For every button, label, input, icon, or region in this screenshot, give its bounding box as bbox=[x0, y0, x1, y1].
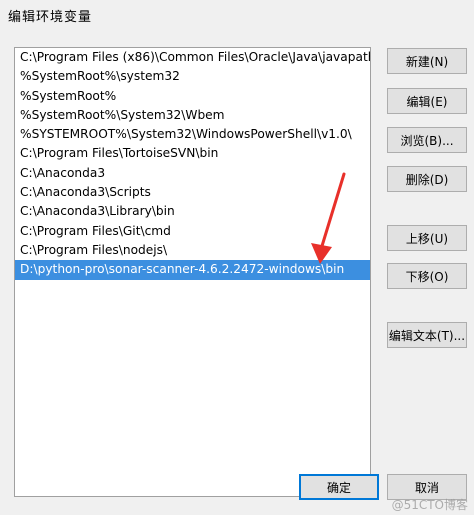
path-list-item[interactable]: C:\Program Files (x86)\Common Files\Orac… bbox=[15, 48, 370, 67]
path-list-item[interactable]: C:\Program Files\nodejs\ bbox=[15, 241, 370, 260]
ok-button[interactable]: 确定 bbox=[299, 474, 379, 500]
path-list-item[interactable]: %SystemRoot%\System32\Wbem bbox=[15, 106, 370, 125]
path-list-item[interactable]: %SYSTEMROOT%\System32\WindowsPowerShell\… bbox=[15, 125, 370, 144]
move-up-button[interactable]: 上移(U) bbox=[387, 225, 467, 251]
path-list-item[interactable]: C:\Program Files\TortoiseSVN\bin bbox=[15, 144, 370, 163]
delete-button[interactable]: 删除(D) bbox=[387, 166, 467, 192]
path-list-item[interactable]: C:\Program Files\Git\cmd bbox=[15, 222, 370, 241]
path-list-item[interactable]: C:\Anaconda3\Scripts bbox=[15, 183, 370, 202]
path-list[interactable]: C:\Program Files (x86)\Common Files\Orac… bbox=[14, 47, 371, 497]
new-button[interactable]: 新建(N) bbox=[387, 48, 467, 74]
edit-button[interactable]: 编辑(E) bbox=[387, 88, 467, 114]
browse-button[interactable]: 浏览(B)... bbox=[387, 127, 467, 153]
path-list-item[interactable]: C:\Anaconda3 bbox=[15, 164, 370, 183]
watermark: @51CTO博客 bbox=[391, 498, 468, 512]
path-list-item[interactable]: C:\Anaconda3\Library\bin bbox=[15, 202, 370, 221]
path-list-item[interactable]: %SystemRoot% bbox=[15, 87, 370, 106]
move-down-button[interactable]: 下移(O) bbox=[387, 263, 467, 289]
window-title: 编辑环境变量 bbox=[8, 10, 93, 25]
path-list-item[interactable]: %SystemRoot%\system32 bbox=[15, 67, 370, 86]
path-list-item[interactable]: D:\python-pro\sonar-scanner-4.6.2.2472-w… bbox=[15, 260, 370, 280]
edit-text-button[interactable]: 编辑文本(T)... bbox=[387, 322, 467, 348]
